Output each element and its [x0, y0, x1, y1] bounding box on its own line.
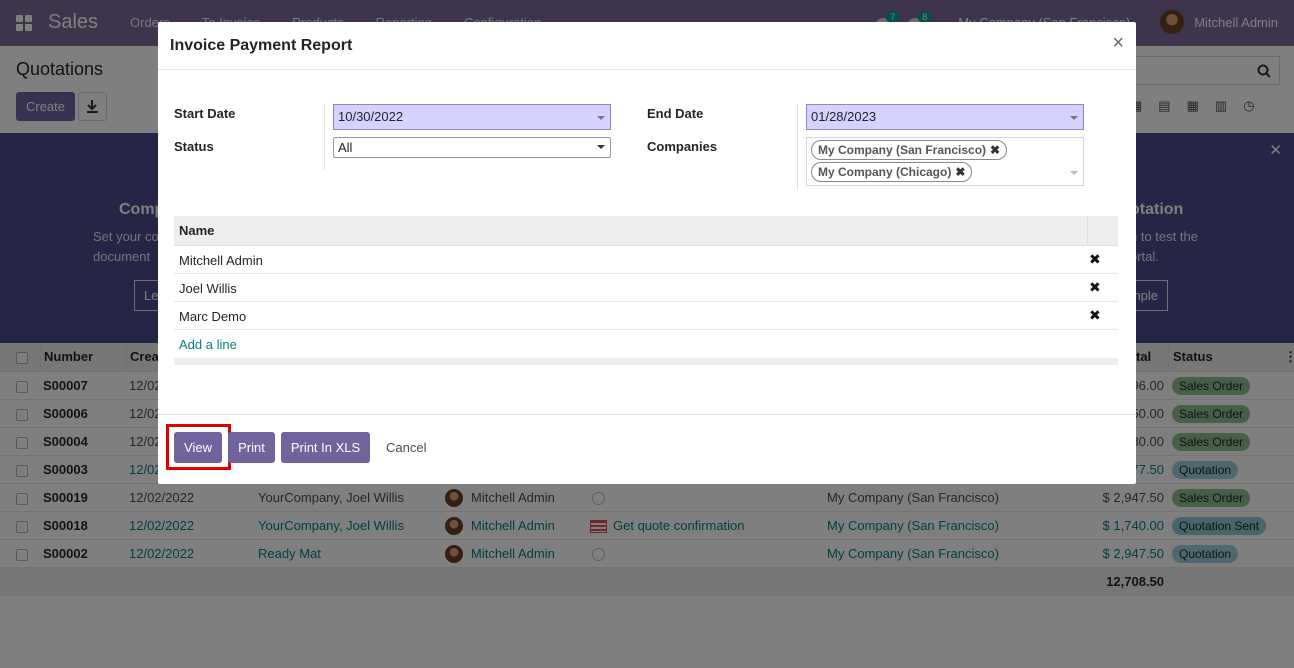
user-name: Marc Demo — [179, 309, 247, 324]
chevron-down-icon — [597, 145, 605, 149]
user-name: Joel Willis — [179, 281, 237, 296]
delete-row-icon[interactable]: ✖ — [1089, 307, 1101, 324]
start-date-input[interactable]: 10/30/2022 — [333, 104, 611, 130]
invoice-payment-report-dialog: Invoice Payment Report × Start Date Stat… — [158, 22, 1136, 484]
status-value: All — [338, 140, 353, 155]
companies-label: Companies — [647, 139, 718, 154]
start-date-label: Start Date — [174, 106, 236, 121]
add-line-link[interactable]: Add a line — [179, 337, 237, 352]
chevron-down-icon — [1070, 116, 1078, 120]
user-row[interactable]: Mitchell Admin ✖ — [174, 246, 1118, 274]
remove-tag-icon[interactable]: ✖ — [990, 143, 1000, 157]
end-date-value: 01/28/2023 — [811, 109, 877, 124]
close-icon[interactable]: × — [1112, 32, 1124, 55]
company-tag: My Company (San Francisco) ✖ — [811, 140, 1008, 160]
add-line-row: Add a line — [174, 330, 1118, 358]
print-button[interactable]: Print — [228, 432, 275, 463]
remove-tag-icon[interactable]: ✖ — [955, 165, 965, 179]
users-table-footer — [174, 358, 1118, 365]
companies-many2many-input[interactable]: My Company (San Francisco) ✖ My Company (… — [806, 137, 1084, 186]
company-tag-label: My Company (Chicago) — [818, 165, 952, 179]
user-name: Mitchell Admin — [179, 253, 263, 268]
print-xls-button[interactable]: Print In XLS — [281, 432, 370, 463]
delete-row-icon[interactable]: ✖ — [1089, 251, 1101, 268]
modal-footer: View Print Print In XLS Cancel — [158, 414, 1136, 484]
modal-header: Invoice Payment Report × — [158, 22, 1136, 70]
cancel-button[interactable]: Cancel — [386, 432, 426, 463]
divider — [1087, 216, 1088, 246]
chevron-down-icon — [597, 116, 605, 120]
company-tag-label: My Company (San Francisco) — [818, 143, 987, 157]
end-date-label: End Date — [647, 106, 704, 121]
users-table-body: Mitchell Admin ✖ Joel Willis ✖ Marc Demo ✖ — [174, 246, 1118, 330]
delete-row-icon[interactable]: ✖ — [1089, 279, 1101, 296]
users-table-header: Name — [174, 216, 1118, 246]
end-date-input[interactable]: 01/28/2023 — [806, 104, 1084, 130]
start-date-value: 10/30/2022 — [338, 109, 404, 124]
status-select[interactable]: All — [333, 137, 611, 158]
status-label: Status — [174, 139, 214, 154]
column-name[interactable]: Name — [179, 223, 214, 238]
chevron-down-icon — [1070, 171, 1078, 175]
divider — [797, 104, 798, 190]
user-row[interactable]: Joel Willis ✖ — [174, 274, 1118, 302]
company-tag: My Company (Chicago) ✖ — [811, 162, 973, 182]
user-row[interactable]: Marc Demo ✖ — [174, 302, 1118, 330]
users-table: Name Mitchell Admin ✖ Joel Willis ✖ Marc Dem… — [174, 216, 1118, 365]
view-button[interactable]: View — [174, 432, 222, 463]
divider — [324, 104, 325, 170]
modal-title: Invoice Payment Report — [170, 37, 353, 54]
